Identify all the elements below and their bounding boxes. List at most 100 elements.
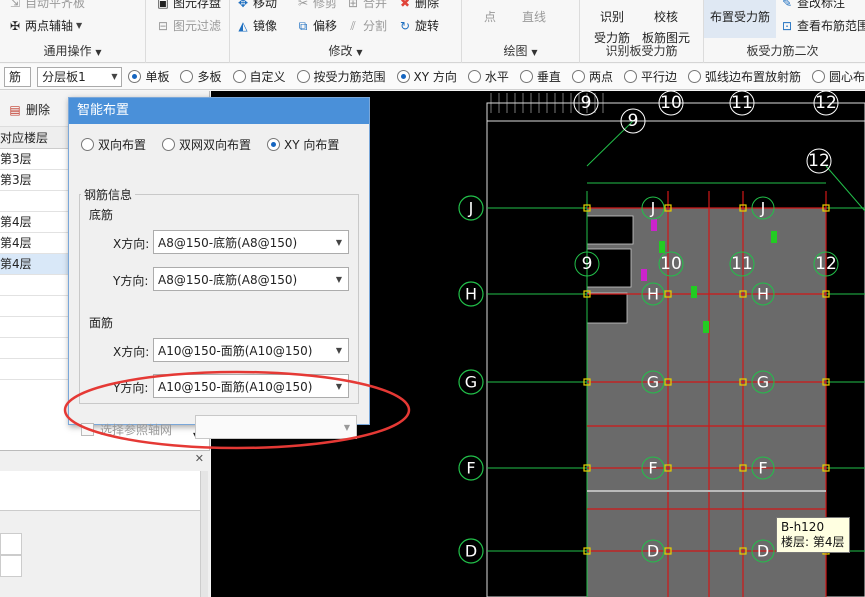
- placement-option[interactable]: XY 方向: [396, 68, 457, 85]
- split-button[interactable]: ⫽ 分割: [346, 17, 387, 34]
- draw-line-button[interactable]: 直线: [522, 8, 546, 25]
- bottom-x-label: X方向:: [113, 237, 150, 251]
- save-element-icon: ▣: [157, 0, 169, 10]
- layer-slab-combo[interactable]: 分层板1 ▼: [37, 66, 123, 87]
- annotation-ellipse: [63, 370, 411, 450]
- auto-align-slab-button[interactable]: ⇲ 自动平齐板: [8, 0, 85, 11]
- element-filter-button[interactable]: ⊟ 图元过滤: [156, 17, 221, 34]
- top-x-select[interactable]: A10@150-面筋(A10@150) ▼: [153, 338, 349, 362]
- rotate-button[interactable]: ↻ 旋转: [398, 17, 439, 34]
- placement-option[interactable]: 圆心布: [811, 68, 865, 85]
- placement-option[interactable]: 多板: [180, 68, 222, 85]
- ribbon-group-draw: 点 直线 绘图 ▼: [462, 0, 580, 63]
- chevron-down-icon: ▼: [111, 72, 118, 81]
- radio-icon[interactable]: [467, 70, 481, 83]
- chevron-down-icon: ▼: [335, 237, 342, 247]
- group-modify-label: 修改 ▼: [328, 44, 363, 58]
- mirror-icon: ◭: [238, 18, 248, 33]
- slab-opening: [586, 215, 634, 245]
- draw-point-button[interactable]: 点: [484, 8, 496, 25]
- ribbon-group-general-2: ▣ 图元存盘 ⊟ 图元过滤: [146, 0, 230, 63]
- rebar-marker: [703, 321, 709, 333]
- radio-icon[interactable]: [571, 70, 585, 83]
- radio-icon[interactable]: [180, 70, 194, 83]
- radio-icon[interactable]: [396, 70, 410, 83]
- layout-mode-options: 双向布置 双网双向布置 XY 向布置: [81, 136, 339, 153]
- range-icon: ⊡: [781, 18, 793, 33]
- radio-icon[interactable]: [232, 70, 246, 83]
- aux-axis-icon: ✠: [9, 18, 21, 33]
- bottom-y-label: Y方向:: [113, 274, 149, 288]
- axis-label: 9: [628, 111, 639, 131]
- slant-axis-line: [586, 120, 634, 167]
- layout-mode-option[interactable]: 双网双向布置: [162, 136, 251, 153]
- placement-option[interactable]: 垂直: [519, 68, 561, 85]
- subpanel-scrollbar[interactable]: [200, 471, 208, 597]
- two-point-aux-axis-button[interactable]: ✠ 两点辅轴 ▼: [8, 17, 82, 34]
- rotate-icon: ↻: [399, 18, 411, 33]
- placement-option[interactable]: 平行边: [623, 68, 677, 85]
- placement-option[interactable]: 自定义: [232, 68, 286, 85]
- group-draw-label: 绘图 ▼: [503, 44, 538, 58]
- group-rebar2-label: 板受力筋二次: [746, 44, 819, 58]
- layout-mode-option[interactable]: XY 向布置: [267, 136, 339, 153]
- trim-button[interactable]: ✂ 修剪: [296, 0, 337, 11]
- bottom-rebar-title: 底筋: [89, 208, 114, 222]
- layout-rebar-tab[interactable]: 布置受力筋: [704, 0, 776, 38]
- chevron-down-icon: ▼: [335, 345, 342, 355]
- delete-button[interactable]: ✖ 删除: [398, 0, 439, 11]
- placement-option[interactable]: 单板: [128, 68, 169, 85]
- rebar-marker: [651, 219, 657, 231]
- radio-icon[interactable]: [623, 70, 637, 83]
- radio-icon[interactable]: [296, 70, 310, 83]
- axis-label: G: [647, 373, 659, 392]
- placement-option[interactable]: 按受力筋范围: [296, 68, 386, 85]
- axis-label: 12: [808, 151, 830, 171]
- placement-option[interactable]: 弧线边布置放射筋: [687, 68, 801, 85]
- identify-rebar-button[interactable]: 识别 受力筋: [594, 8, 630, 46]
- merge-icon: ⊞: [347, 0, 359, 10]
- delete-item-button[interactable]: ▤ 删除: [8, 101, 50, 118]
- axis-label: J: [468, 199, 474, 218]
- radio-icon[interactable]: [267, 138, 281, 151]
- ribbon-group-rebar2: ✎ 查改标注 ⊡ 查看布筋范围 板受力筋二次: [746, 0, 865, 63]
- rebar-info-title: 钢筋信息: [81, 186, 136, 203]
- axis-label: J: [760, 199, 766, 218]
- radio-icon[interactable]: [162, 138, 176, 151]
- group-identify-label: 识别板受力筋: [605, 44, 678, 58]
- ribbon: ⇲ 自动平齐板 ✠ 两点辅轴 ▼ 通用操作 ▼ ▣ 图元存盘 ⊟ 图元过滤 ✥ 移…: [0, 0, 865, 63]
- bottom-y-select[interactable]: A8@150-底筋(A8@150) ▼: [153, 267, 349, 291]
- axis-label: H: [757, 285, 769, 304]
- radio-icon[interactable]: [519, 70, 533, 83]
- chevron-down-icon: ▼: [335, 274, 342, 284]
- layout-rebar-button[interactable]: 布置受力筋: [710, 8, 770, 25]
- bottom-x-select[interactable]: A8@150-底筋(A8@150) ▼: [153, 230, 349, 254]
- offset-button[interactable]: ⧉ 偏移: [296, 17, 337, 34]
- axis-label: H: [465, 285, 477, 304]
- check-rebar-button[interactable]: 校核 板筋图元: [642, 8, 690, 46]
- rebar-type-combo[interactable]: 筋: [4, 66, 32, 87]
- filter-icon: ⊟: [157, 18, 169, 33]
- slab-opening: [586, 248, 632, 288]
- radio-icon[interactable]: [811, 70, 825, 83]
- axis-label: H: [647, 285, 659, 304]
- axis-label: D: [647, 542, 659, 561]
- merge-button[interactable]: ⊞ 合并: [346, 0, 387, 11]
- layout-mode-option[interactable]: 双向布置: [81, 136, 146, 153]
- tooltip-slab-name: B-h120: [781, 520, 825, 534]
- radio-icon[interactable]: [81, 138, 94, 151]
- mirror-button[interactable]: ◭ 镜像: [236, 17, 277, 34]
- slant-axis-line: [825, 165, 865, 212]
- axis-label: J: [650, 199, 656, 218]
- slab-tooltip: B-h120 楼层: 第4层: [776, 517, 850, 553]
- modify-label-button[interactable]: ✎ 查改标注: [780, 0, 845, 11]
- save-element-button[interactable]: ▣ 图元存盘: [156, 0, 221, 11]
- move-button[interactable]: ✥ 移动: [236, 0, 277, 11]
- group-general-label: 通用操作 ▼: [43, 44, 102, 58]
- view-range-button[interactable]: ⊡ 查看布筋范围: [780, 17, 865, 34]
- placement-option[interactable]: 水平: [467, 68, 509, 85]
- radio-icon[interactable]: [128, 70, 142, 83]
- radio-icon[interactable]: [687, 70, 701, 83]
- property-toolbar: 筋 分层板1 ▼ 单板 多板 自定义 按受力筋范围 XY 方向 水平 垂直 两点 平行边 弧线边布置…: [0, 64, 865, 90]
- placement-option[interactable]: 两点: [571, 68, 613, 85]
